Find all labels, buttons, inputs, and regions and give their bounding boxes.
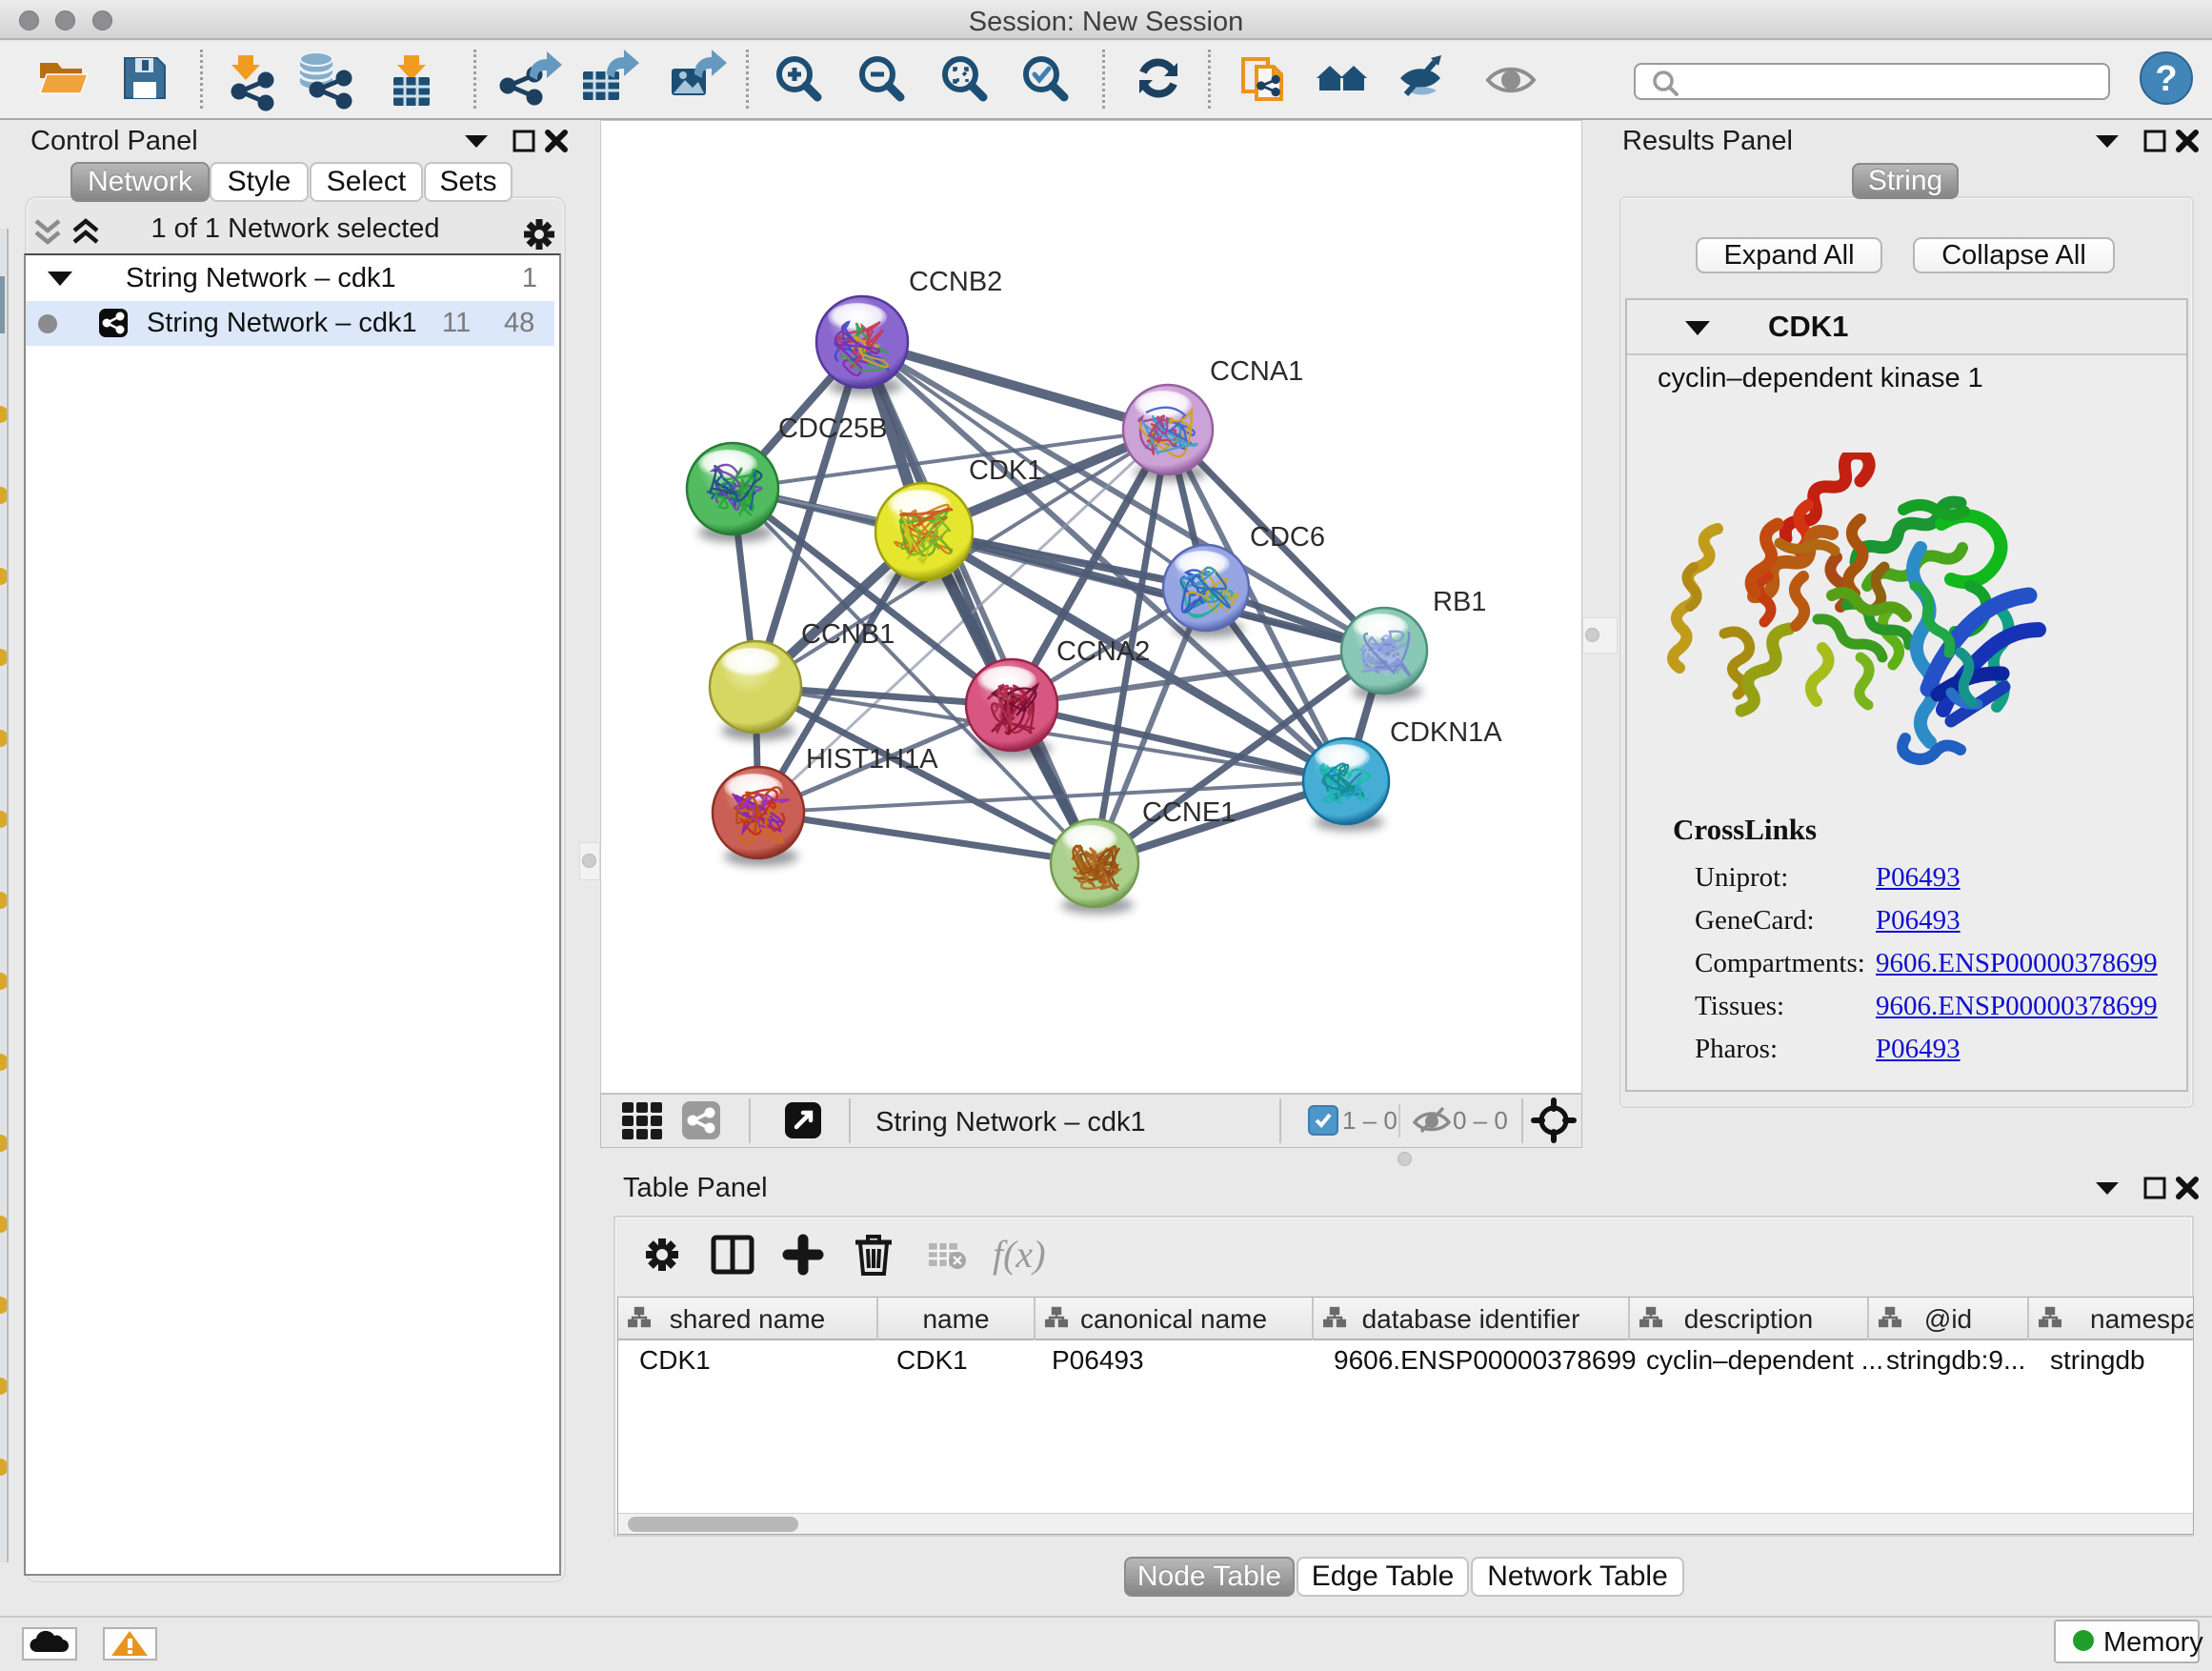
svg-text:CCNA1: CCNA1 [1210,356,1303,387]
svg-text:CDC25B: CDC25B [778,413,887,444]
svg-text:0 – 0: 0 – 0 [1453,1106,1508,1135]
svg-text:1 – 0: 1 – 0 [1342,1106,1398,1135]
svg-text:CCNB2: CCNB2 [909,267,1002,297]
svg-text:RB1: RB1 [1433,587,1486,617]
svg-text:f(x): f(x) [993,1233,1046,1276]
svg-text:?: ? [2155,59,2177,99]
svg-text:HIST1H1A: HIST1H1A [806,744,938,775]
svg-text:CDKN1A: CDKN1A [1390,717,1502,748]
svg-text:String Network – cdk1: String Network – cdk1 [875,1107,1146,1137]
svg-text:CCNB1: CCNB1 [801,619,895,650]
svg-text:CDC6: CDC6 [1250,522,1325,553]
svg-text:CCNE1: CCNE1 [1142,797,1236,828]
svg-text:CDK1: CDK1 [969,455,1042,486]
svg-text:CCNA2: CCNA2 [1056,636,1150,667]
